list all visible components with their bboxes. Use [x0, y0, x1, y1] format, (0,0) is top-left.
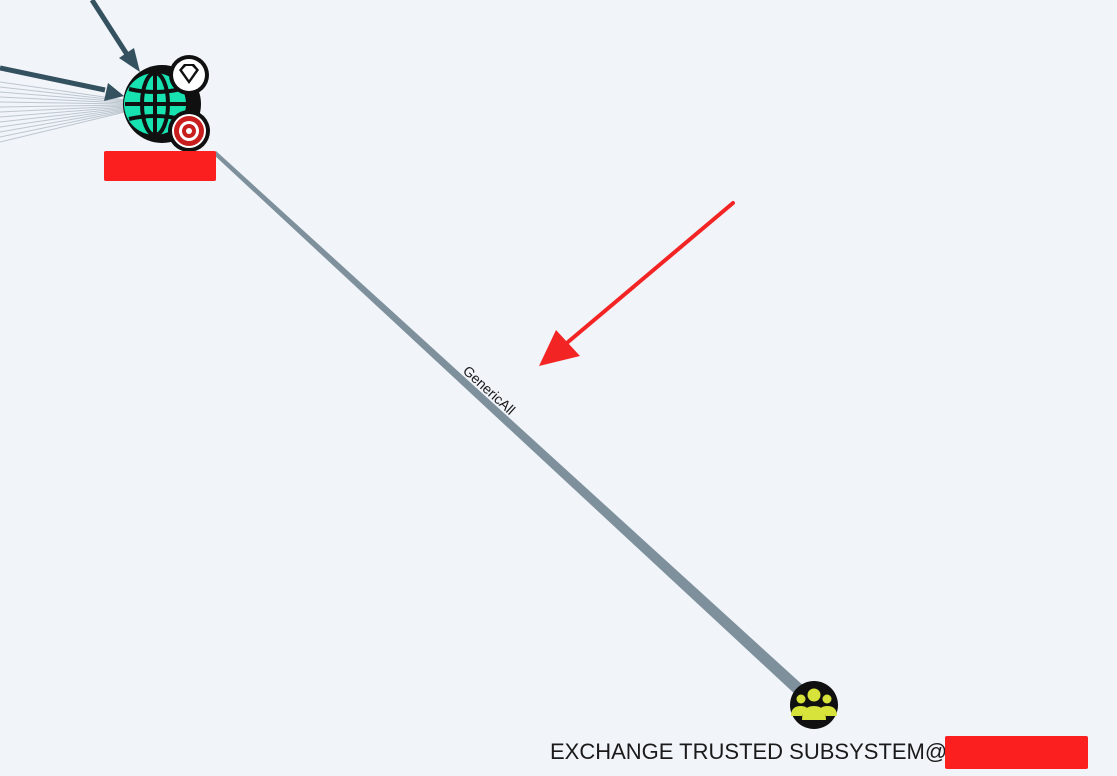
domain-node-label-redacted: [104, 151, 216, 181]
annotation-arrow: [539, 201, 735, 366]
incoming-edge: [89, 0, 131, 58]
group-node-label: EXCHANGE TRUSTED SUBSYSTEM@: [550, 739, 948, 764]
group-node-label-redacted: [945, 736, 1088, 769]
graph-canvas[interactable]: GenericAll: [0, 0, 1117, 776]
group-node[interactable]: [790, 681, 838, 729]
target-icon: [168, 110, 210, 152]
incoming-edge: [0, 65, 106, 93]
diamond-icon: [169, 55, 209, 95]
domain-node[interactable]: [123, 55, 210, 152]
edge-arrowhead: [119, 48, 140, 72]
edge-arrowhead: [104, 83, 124, 101]
edge-genericall[interactable]: [213, 151, 806, 696]
incoming-edges: [0, 0, 140, 101]
